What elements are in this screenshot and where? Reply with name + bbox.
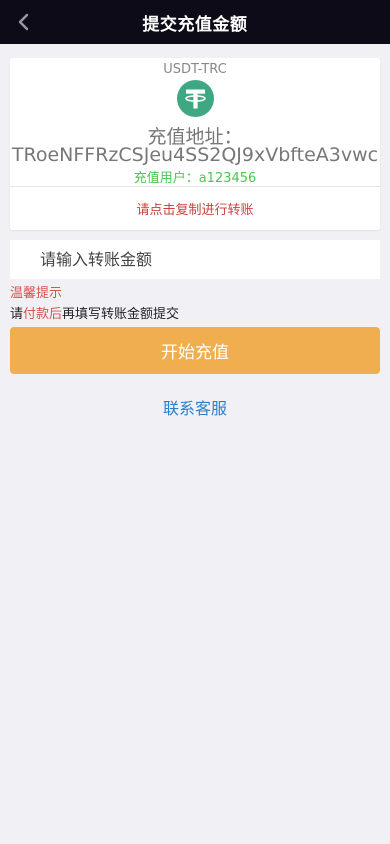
- start-deposit-button[interactable]: 开始充值: [10, 327, 380, 374]
- deposit-user-prefix: 充值用户：: [133, 171, 199, 186]
- tips-text: 请付款后再填写转账金额提交: [10, 303, 179, 322]
- deposit-user-id: a123456: [198, 171, 257, 186]
- network-label: USDT-TRC: [163, 62, 227, 77]
- wallet-address[interactable]: TRoeNFFRzCSJeu4SS2QJ9xVbfteA3vwc: [10, 144, 380, 166]
- tips-text-highlight: 付款后: [23, 307, 63, 322]
- tips-title: 温馨提示: [10, 286, 63, 301]
- chevron-left-icon: [18, 13, 29, 31]
- tips-text-prefix: 请: [10, 307, 24, 322]
- header-bar: 提交充值金额: [0, 0, 390, 44]
- copy-address-button[interactable]: 请点击复制进行转账: [10, 186, 380, 230]
- tether-icon: [177, 80, 214, 117]
- amount-input[interactable]: [10, 240, 380, 279]
- deposit-address-card: USDT-TRC 充值地址： TRoeNFFRzCSJeu4SS2QJ9xVbf…: [10, 58, 380, 230]
- page-title: 提交充值金额: [142, 14, 248, 35]
- contact-service-link[interactable]: 联系客服: [0, 395, 390, 419]
- back-button[interactable]: [10, 8, 38, 36]
- deposit-user: 充值用户：a123456: [10, 167, 380, 186]
- tips-text-suffix: 再填写转账金额提交: [62, 307, 180, 322]
